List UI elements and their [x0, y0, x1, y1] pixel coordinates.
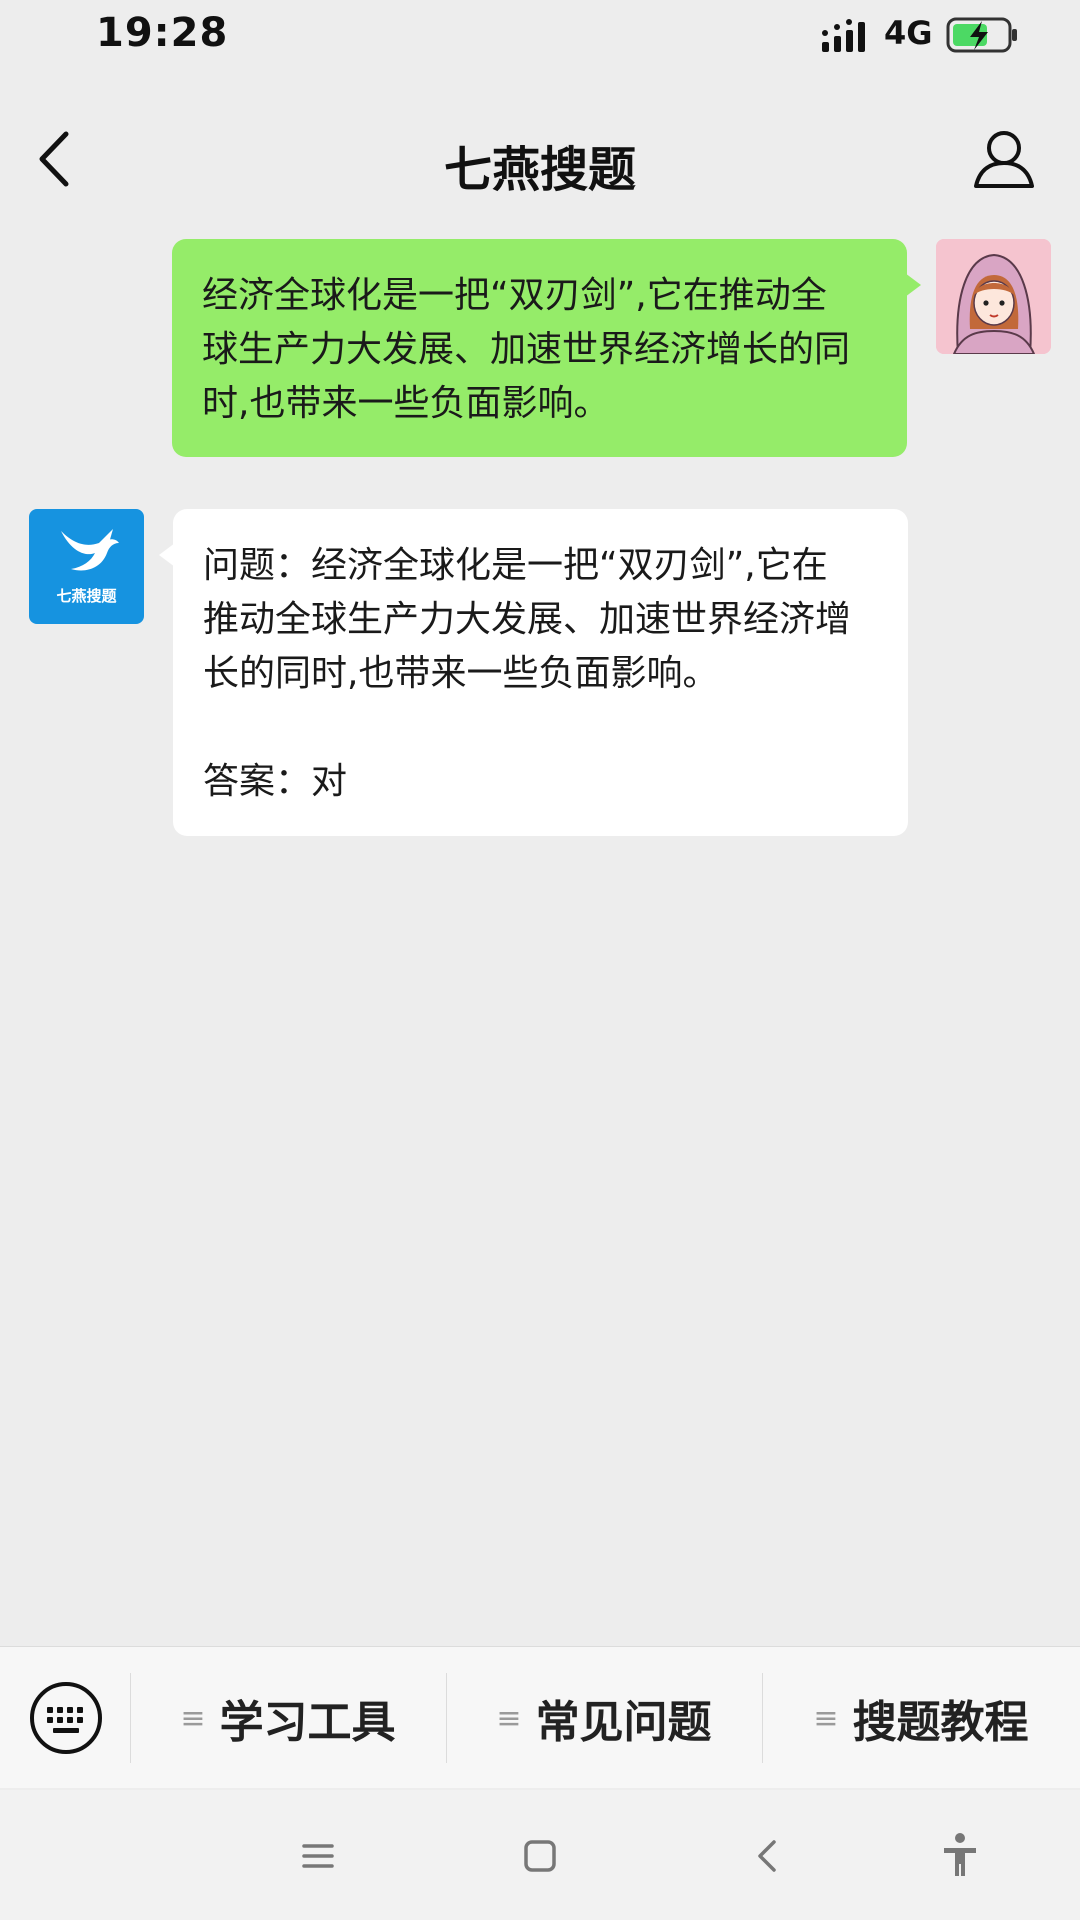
back-icon[interactable]	[738, 1826, 798, 1886]
incoming-message-bubble[interactable]: 问题：经济全球化是一把“双刃剑”,它在 推动全球生产力大发展、加速世界经济增 长…	[159, 509, 908, 836]
menu-item-label: 学习工具	[219, 1697, 396, 1748]
swallow-logo-icon	[61, 529, 119, 571]
girl-hoodie-avatar-icon	[936, 239, 1051, 354]
status-time: 19:28	[96, 10, 229, 56]
signal-icon	[822, 19, 865, 52]
page-title: 七燕搜题	[443, 142, 636, 198]
battery-charging-icon	[946, 17, 1017, 53]
system-nav-bar	[0, 1790, 1080, 1920]
question-line: 长的同时,也带来一些负面影响。	[203, 653, 719, 694]
menu-item-label: 搜题教程	[852, 1697, 1029, 1748]
chat-screen: 19:28 4G 七燕搜题 经济全球化是一把“双刃剑”,它在推动全 球生产力大发…	[0, 0, 1080, 1920]
menu-icon[interactable]	[288, 1826, 348, 1886]
nav-bar: 七燕搜题	[0, 100, 1080, 220]
bottom-menu-bar: ≡ 学习工具 ≡ 常见问题 ≡ 搜题教程	[0, 1646, 1080, 1788]
network-type: 4G	[884, 14, 933, 52]
answer-line: 答案：对	[203, 761, 348, 802]
home-icon[interactable]	[510, 1826, 570, 1886]
menu-item-label: 常见问题	[535, 1697, 712, 1748]
outgoing-message-bubble[interactable]: 经济全球化是一把“双刃剑”,它在推动全 球生产力大发展、加速世界经济增长的同 时…	[172, 239, 921, 457]
person-icon[interactable]	[972, 126, 1036, 190]
menu-item-faq[interactable]: ≡ 常见问题	[446, 1647, 762, 1789]
list-icon: ≡	[496, 1700, 522, 1736]
message-line: 球生产力大发展、加速世界经济增长的同	[202, 329, 851, 370]
list-icon: ≡	[813, 1700, 839, 1736]
menu-item-study-tools[interactable]: ≡ 学习工具	[130, 1647, 446, 1789]
line-spacer	[203, 701, 880, 755]
user-avatar[interactable]	[936, 239, 1051, 354]
message-line: 经济全球化是一把“双刃剑”,它在推动全	[202, 275, 827, 316]
keyboard-icon[interactable]	[28, 1680, 104, 1756]
question-line: 问题：经济全球化是一把“双刃剑”,它在	[203, 545, 828, 586]
bot-logo-text: 七燕搜题	[56, 587, 117, 605]
list-icon: ≡	[180, 1700, 206, 1736]
status-bar: 19:28 4G	[0, 0, 1080, 72]
message-line: 时,也带来一些负面影响。	[202, 383, 610, 424]
question-line: 推动全球生产力大发展、加速世界经济增	[203, 599, 852, 640]
accessibility-icon[interactable]	[930, 1826, 990, 1886]
menu-item-tutorial[interactable]: ≡ 搜题教程	[762, 1647, 1080, 1789]
bot-avatar[interactable]: 七燕搜题	[29, 509, 144, 624]
